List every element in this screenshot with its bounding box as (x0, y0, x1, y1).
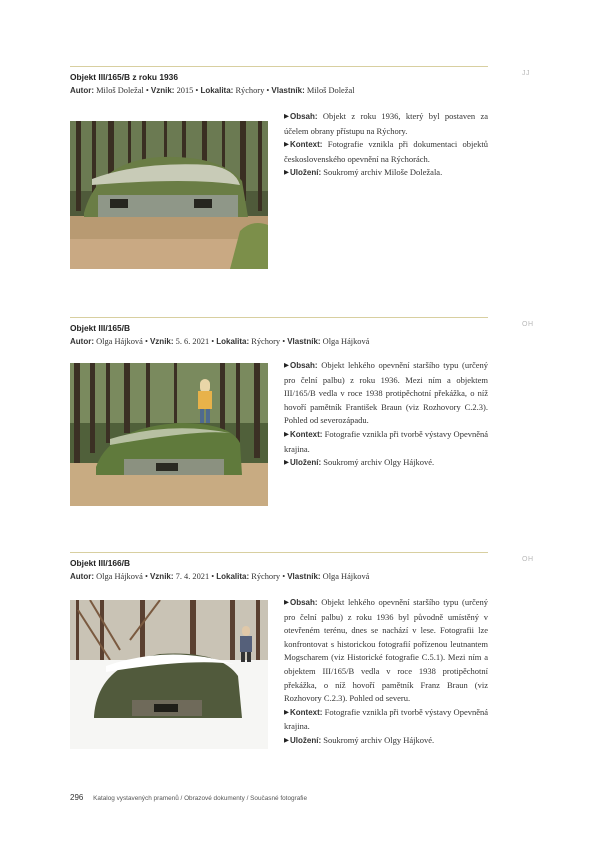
divider (70, 317, 488, 318)
storage-paragraph: ▶Uložení: Soukromý archiv Miloše Doležal… (284, 166, 488, 181)
location-value: Rýchory (235, 86, 265, 95)
divider (70, 552, 488, 553)
date-value: 7. 4. 2021 (175, 572, 210, 581)
bunker-photo (70, 121, 268, 269)
entry-title: Objekt III/165/B (70, 323, 131, 333)
date-label: Vznik: (150, 86, 175, 95)
author-value: Miloš Doležal (96, 86, 144, 95)
location-value: Rýchory (251, 337, 281, 346)
entry-title: Objekt III/166/B (70, 558, 131, 568)
owner-value: Olga Hájková (322, 337, 370, 346)
author-value: Olga Hájková (96, 337, 143, 346)
triangle-bullet-icon: ▶ (284, 362, 289, 369)
content-paragraph: ▶Obsah: Objekt lehkého opevnění staršího… (284, 359, 488, 428)
location-label: Lokalita: (200, 86, 234, 95)
context-paragraph: ▶Kontext: Fotografie vznikla při dokumen… (284, 138, 488, 166)
separator: • (282, 572, 286, 581)
storage-text: Soukromý archiv Olgy Hájkové. (323, 457, 435, 468)
author-initials: OH (522, 321, 534, 328)
author-label: Autor: (70, 337, 94, 346)
date-value: 5. 6. 2021 (175, 337, 210, 346)
entry-description: ▶Obsah: Objekt z roku 1936, který byl po… (284, 110, 488, 181)
storage-label: Uložení: (290, 168, 322, 178)
footer-breadcrumb: Katalog vystavených pramenů / Obrazové d… (93, 795, 307, 802)
separator: • (144, 572, 148, 581)
triangle-bullet-icon: ▶ (284, 113, 289, 120)
owner-label: Vlastník: (287, 572, 321, 581)
location-label: Lokalita: (216, 337, 250, 346)
triangle-bullet-icon: ▶ (284, 459, 289, 467)
entry-metadata: Autor: Olga Hájková • Vznik: 7. 4. 2021 … (70, 572, 369, 581)
owner-label: Vlastník: (287, 337, 321, 346)
author-initials: JJ (522, 70, 530, 77)
content-paragraph: ▶Obsah: Objekt lehkého opevnění staršího… (284, 596, 488, 706)
separator: • (145, 86, 149, 95)
owner-value: Olga Hájková (322, 572, 370, 581)
author-label: Autor: (70, 572, 94, 581)
location-label: Lokalita: (216, 572, 250, 581)
storage-text: Soukromý archiv Olgy Hájkové. (323, 734, 435, 745)
owner-label: Vlastník: (271, 86, 305, 95)
triangle-bullet-icon: ▶ (284, 141, 289, 149)
separator: • (282, 337, 286, 346)
context-label: Kontext: (290, 140, 323, 150)
content-label: Obsah: (290, 361, 318, 370)
triangle-bullet-icon: ▶ (284, 169, 289, 177)
date-value: 2015 (176, 86, 194, 95)
bunker-photo-image (70, 121, 268, 269)
entry-metadata: Autor: Olga Hájková • Vznik: 5. 6. 2021 … (70, 337, 369, 346)
entry-title: Objekt III/165/B z roku 1936 (70, 72, 178, 82)
triangle-bullet-icon: ▶ (284, 599, 289, 606)
date-label: Vznik: (149, 337, 174, 346)
content-paragraph: ▶Obsah: Objekt z roku 1936, který byl po… (284, 110, 488, 138)
separator: • (266, 86, 270, 95)
separator: • (211, 337, 215, 346)
triangle-bullet-icon: ▶ (284, 708, 289, 716)
storage-paragraph: ▶Uložení: Soukromý archiv Olgy Hájkové. (284, 734, 488, 749)
bunker-photo (70, 363, 268, 506)
page-footer: 296 Katalog vystavených pramenů / Obrazo… (70, 793, 307, 802)
content-text: Objekt lehkého opevnění staršího typu (u… (284, 597, 488, 704)
triangle-bullet-icon: ▶ (284, 736, 289, 744)
triangle-bullet-icon: ▶ (284, 430, 289, 438)
bunker-photo (70, 600, 268, 749)
page-number: 296 (70, 793, 84, 802)
date-label: Vznik: (149, 572, 174, 581)
owner-value: Miloš Doležal (306, 86, 355, 95)
context-label: Kontext: (290, 429, 323, 439)
location-value: Rýchory (251, 572, 281, 581)
storage-text: Soukromý archiv Miloše Doležala. (323, 167, 443, 178)
author-label: Autor: (70, 86, 94, 95)
separator: • (195, 86, 199, 95)
content-label: Obsah: (290, 112, 318, 121)
content-label: Obsah: (290, 598, 318, 607)
storage-label: Uložení: (290, 458, 322, 468)
separator: • (144, 337, 148, 346)
bunker-photo-image (70, 600, 268, 749)
bunker-photo-image (70, 363, 268, 506)
separator: • (211, 572, 215, 581)
context-paragraph: ▶Kontext: Fotografie vznikla při tvorbě … (284, 706, 488, 734)
entry-description: ▶Obsah: Objekt lehkého opevnění staršího… (284, 359, 488, 471)
author-value: Olga Hájková (96, 572, 143, 581)
storage-paragraph: ▶Uložení: Soukromý archiv Olgy Hájkové. (284, 456, 488, 471)
entry-description: ▶Obsah: Objekt lehkého opevnění staršího… (284, 596, 488, 749)
storage-label: Uložení: (290, 735, 322, 745)
entry-metadata: Autor: Miloš Doležal • Vznik: 2015 • Lok… (70, 86, 355, 95)
context-label: Kontext: (290, 707, 323, 717)
divider (70, 66, 488, 67)
context-paragraph: ▶Kontext: Fotografie vznikla při tvorbě … (284, 428, 488, 456)
author-initials: OH (522, 556, 534, 563)
